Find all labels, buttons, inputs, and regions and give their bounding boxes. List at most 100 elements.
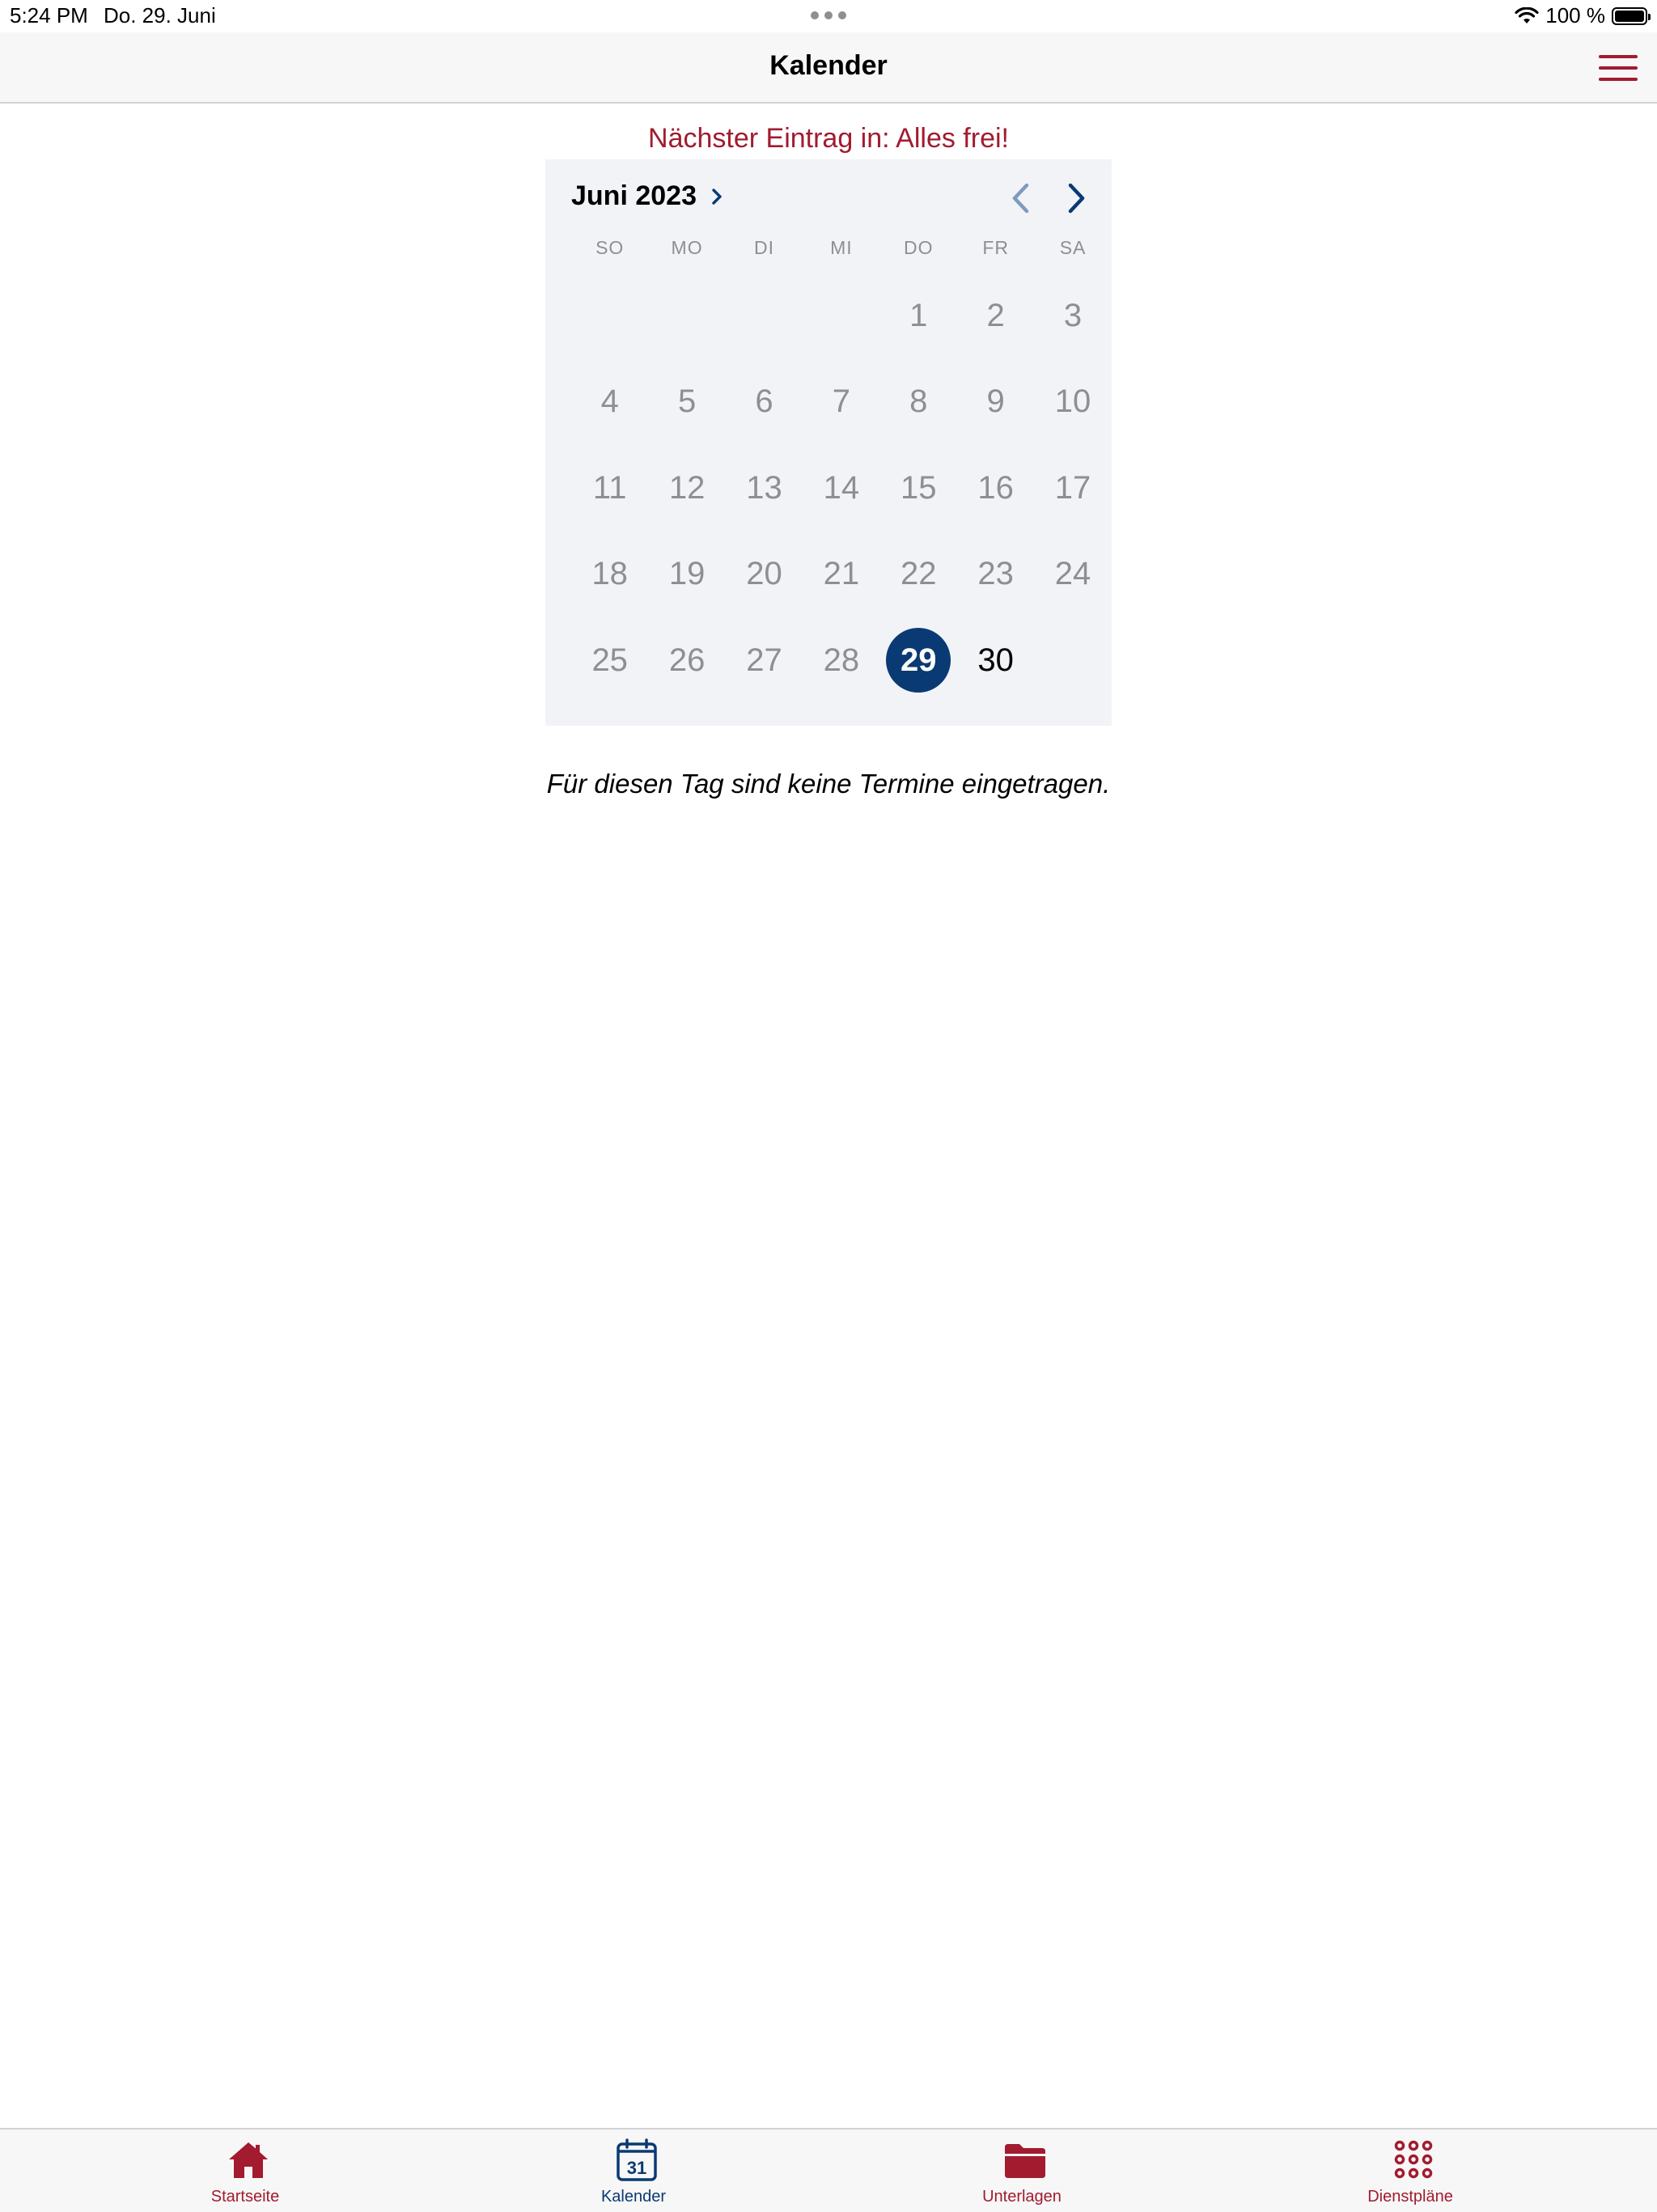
calendar-day[interactable]: 3 — [1034, 273, 1111, 359]
tab-startseite[interactable]: Startseite — [148, 2129, 342, 2212]
calendar-day-number: 28 — [823, 642, 860, 678]
calendar-day-number: 3 — [1063, 297, 1083, 333]
calendar-day-number: 17 — [1054, 469, 1091, 506]
calendar-day[interactable]: 25 — [571, 617, 648, 704]
calendar-day-number: 2 — [986, 297, 1005, 333]
calendar-day-number: 22 — [901, 556, 937, 592]
month-label: Juni 2023 — [571, 180, 697, 211]
calendar-day-number: 9 — [986, 383, 1005, 420]
weekday-label: SO — [595, 237, 625, 258]
calendar-day-number: 15 — [901, 469, 937, 506]
weekday-label: MI — [830, 237, 853, 258]
calendar-day[interactable]: 26 — [648, 617, 725, 704]
calendar-day[interactable]: 28 — [803, 617, 879, 704]
previous-month-button[interactable] — [1005, 180, 1037, 216]
weekday-label: SA — [1059, 237, 1087, 258]
status-bar: 5:24 PM Do. 29. Juni 100 % — [0, 0, 1657, 32]
calendar-day[interactable]: 20 — [726, 532, 803, 618]
calendar-day-number: 25 — [591, 642, 628, 678]
home-icon — [229, 2142, 268, 2178]
calendar-day-number: 14 — [823, 469, 860, 506]
next-month-button[interactable] — [1060, 180, 1092, 216]
calendar-day[interactable]: 9 — [957, 359, 1034, 446]
calendar-day-empty — [1034, 617, 1111, 704]
calendar-day-number: 16 — [977, 469, 1014, 506]
calendar-day[interactable]: 4 — [571, 359, 648, 446]
status-time: 5:24 PM — [10, 3, 88, 28]
calendar-day[interactable]: 5 — [648, 359, 725, 446]
page-title: Kalender — [769, 50, 888, 81]
multitasking-dots-icon[interactable] — [811, 11, 846, 19]
weekday-header: SO MO DI MI DO FR SA — [571, 237, 1112, 259]
grid-dots-icon — [1394, 2140, 1433, 2179]
calendar-day-number: 13 — [746, 469, 782, 506]
calendar-day-number: 10 — [1054, 383, 1091, 420]
no-events-message: Für diesen Tag sind keine Termine einget… — [546, 769, 1111, 799]
calendar-day[interactable]: 18 — [571, 532, 648, 618]
calendar-day-empty — [648, 273, 725, 359]
calendar-day-number: 1 — [909, 297, 928, 333]
calendar-day[interactable]: 6 — [726, 359, 803, 446]
calendar-day-number: 7 — [832, 383, 850, 420]
calendar-day[interactable]: 19 — [648, 532, 725, 618]
status-date: Do. 29. Juni — [104, 3, 216, 28]
calendar-day-grid: 1 2 3 4 5 6 7 8 9 10 11 12 13 14 15 16 17 18 19 20 21 22 23 24 2… — [571, 273, 1112, 704]
battery-icon — [1612, 6, 1651, 25]
next-entry-text: Nächster Eintrag in: Alles frei! — [648, 123, 1009, 154]
calendar-day[interactable]: 11 — [571, 445, 648, 532]
weekday-label: MO — [671, 237, 703, 258]
calendar-day[interactable]: 29 — [880, 617, 957, 704]
calendar-day-empty — [726, 273, 803, 359]
calendar-day[interactable]: 21 — [803, 532, 879, 618]
hamburger-menu-icon[interactable] — [1599, 55, 1638, 83]
calendar-day-number: 29 — [886, 628, 951, 693]
calendar-day-number: 8 — [909, 383, 928, 420]
calendar-day-number: 11 — [592, 469, 627, 506]
calendar-day[interactable]: 22 — [880, 532, 957, 618]
tab-label: Kalender — [600, 2188, 667, 2206]
calendar-day-number: 18 — [591, 556, 628, 592]
calendar-day[interactable]: 16 — [957, 445, 1034, 532]
tab-label: Unterlagen — [982, 2188, 1062, 2206]
calendar-icon-number: 31 — [627, 2158, 646, 2178]
calendar-day-number: 27 — [746, 642, 782, 678]
wifi-icon — [1515, 6, 1539, 23]
battery-percent: 100 % — [1545, 3, 1605, 28]
calendar-day[interactable]: 23 — [957, 532, 1034, 618]
calendar-day[interactable]: 27 — [726, 617, 803, 704]
navigation-bar: Kalender — [0, 32, 1657, 104]
calendar-day-number: 4 — [600, 383, 619, 420]
calendar-day[interactable]: 10 — [1034, 359, 1111, 446]
tab-label: Dienstpläne — [1367, 2188, 1453, 2206]
tab-unterlagen[interactable]: Unterlagen — [925, 2129, 1119, 2212]
calendar-day-number: 30 — [977, 642, 1014, 678]
calendar-day[interactable]: 17 — [1034, 445, 1111, 532]
calendar-day[interactable]: 13 — [726, 445, 803, 532]
calendar-day[interactable]: 30 — [957, 617, 1034, 704]
month-selector-button[interactable]: Juni 2023 — [571, 180, 726, 212]
calendar-day-number: 6 — [755, 383, 773, 420]
calendar-day-number: 12 — [668, 469, 706, 506]
weekday-label: DI — [753, 237, 774, 258]
folder-icon — [1005, 2144, 1045, 2178]
calendar: Juni 2023 SO MO DI MI DO FR SA 123456789… — [545, 159, 1112, 726]
calendar-day[interactable]: 7 — [803, 359, 879, 446]
calendar-day-number: 26 — [668, 642, 706, 678]
calendar-day[interactable]: 2 — [957, 273, 1034, 359]
weekday-label: DO — [904, 237, 934, 258]
calendar-day-number: 24 — [1054, 556, 1091, 592]
calendar-day[interactable]: 12 — [648, 445, 725, 532]
calendar-day-empty — [803, 273, 879, 359]
calendar-day[interactable]: 1 — [880, 273, 957, 359]
calendar-day[interactable]: 8 — [880, 359, 957, 446]
calendar-day[interactable]: 15 — [880, 445, 957, 532]
calendar-icon: 31 — [617, 2138, 657, 2181]
status-right: 100 % — [1515, 3, 1651, 28]
tab-label: Startseite — [210, 2188, 280, 2206]
tab-dienstplaene[interactable]: Dienstpläne — [1313, 2129, 1507, 2212]
calendar-day-number: 21 — [823, 556, 860, 592]
calendar-day[interactable]: 24 — [1034, 532, 1111, 618]
tab-bar: Startseite 31 Kalender Unterlagen Dienst… — [0, 2128, 1657, 2212]
calendar-day[interactable]: 14 — [803, 445, 879, 532]
tab-kalender[interactable]: 31 Kalender — [536, 2129, 731, 2212]
